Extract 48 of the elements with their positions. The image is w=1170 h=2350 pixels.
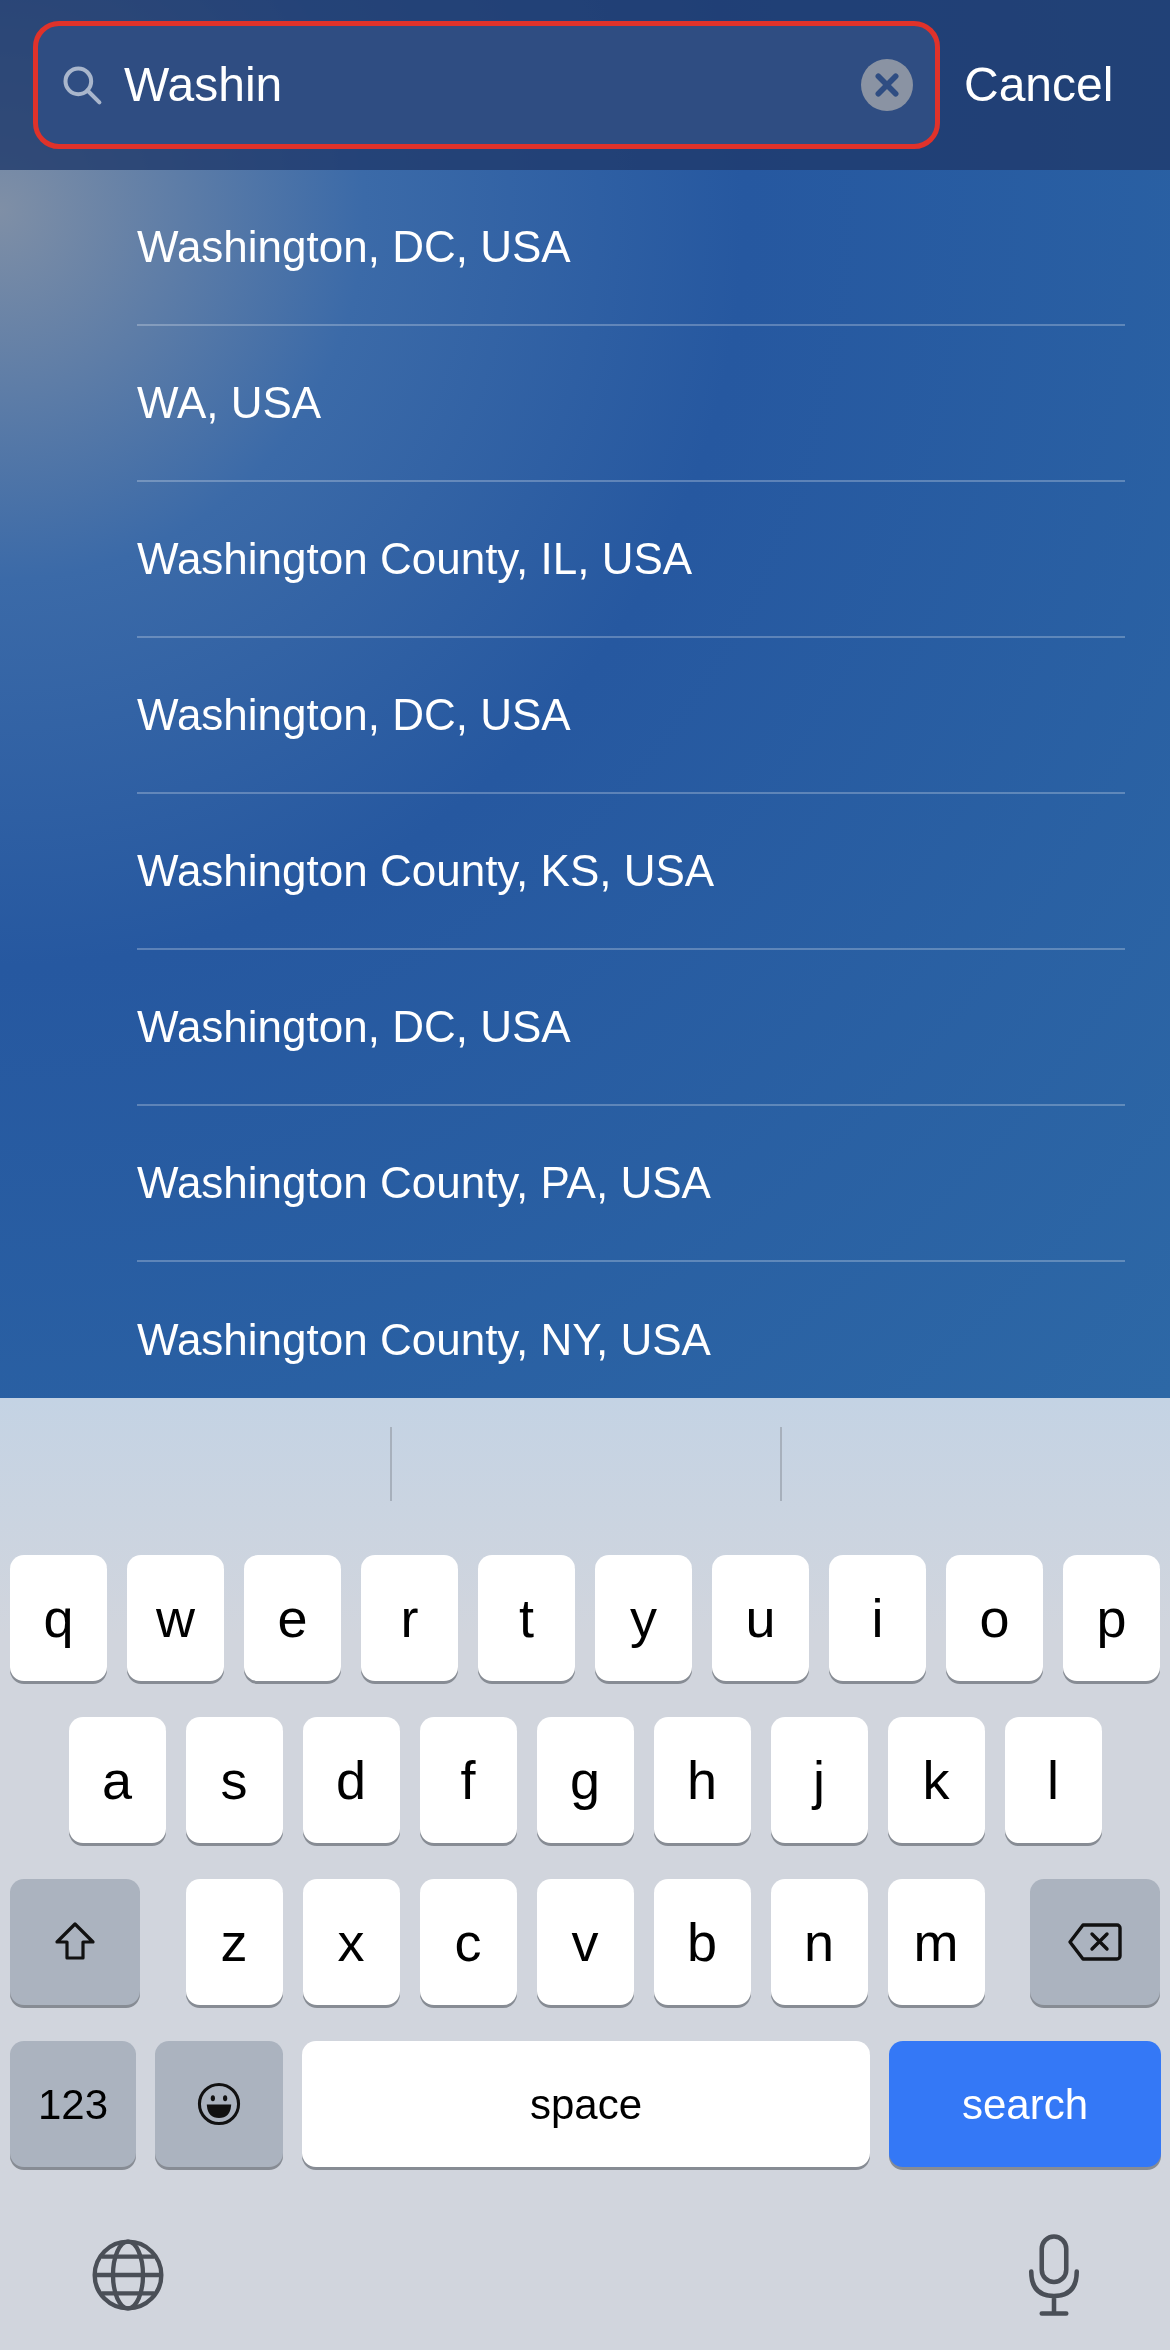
cancel-button[interactable]: Cancel (964, 49, 1114, 121)
search-result[interactable]: Washington, DC, USA (137, 682, 571, 748)
search-icon (60, 63, 104, 107)
key[interactable]: p (1063, 1555, 1160, 1681)
key[interactable]: k (887, 1717, 985, 1843)
key[interactable]: z (185, 1879, 283, 2005)
key[interactable]: r (361, 1555, 458, 1681)
search-field[interactable]: Washin (33, 21, 940, 149)
search-result[interactable]: Washington County, KS, USA (137, 838, 715, 904)
key[interactable]: d (302, 1717, 400, 1843)
backspace-icon (1067, 1921, 1123, 1963)
key[interactable]: x (302, 1879, 400, 2005)
key[interactable]: l (1004, 1717, 1102, 1843)
key[interactable]: g (536, 1717, 634, 1843)
key[interactable]: o (946, 1555, 1043, 1681)
key[interactable]: w (127, 1555, 224, 1681)
key[interactable]: c (419, 1879, 517, 2005)
numbers-key[interactable]: 123 (10, 2041, 136, 2167)
search-key[interactable]: search (889, 2041, 1161, 2167)
search-result[interactable]: Washington County, IL, USA (137, 526, 693, 592)
search-text: Washin (124, 57, 284, 113)
microphone-icon[interactable] (1026, 2233, 1082, 2317)
emoji-key[interactable] (155, 2041, 283, 2167)
key[interactable]: v (536, 1879, 634, 2005)
key[interactable]: f (419, 1717, 517, 1843)
key[interactable]: a (68, 1717, 166, 1843)
key[interactable]: m (887, 1879, 985, 2005)
key[interactable]: y (595, 1555, 692, 1681)
emoji-icon (196, 2081, 242, 2127)
clear-icon[interactable] (861, 59, 913, 111)
key[interactable]: b (653, 1879, 751, 2005)
key[interactable]: j (770, 1717, 868, 1843)
delete-key[interactable] (1030, 1879, 1160, 2005)
key[interactable]: e (244, 1555, 341, 1681)
key[interactable]: u (712, 1555, 809, 1681)
search-result[interactable]: Washington County, PA, USA (137, 1150, 711, 1216)
key[interactable]: s (185, 1717, 283, 1843)
key[interactable]: t (478, 1555, 575, 1681)
shift-key[interactable] (10, 1879, 140, 2005)
key[interactable]: q (10, 1555, 107, 1681)
search-result[interactable]: Washington County, NY, USA (137, 1307, 711, 1373)
key[interactable]: n (770, 1879, 868, 2005)
search-result[interactable]: Washington, DC, USA (137, 994, 571, 1060)
search-result[interactable]: WA, USA (137, 370, 322, 436)
key[interactable]: h (653, 1717, 751, 1843)
key[interactable]: i (829, 1555, 926, 1681)
search-result[interactable]: Washington, DC, USA (137, 214, 571, 280)
space-key[interactable]: space (302, 2041, 870, 2167)
